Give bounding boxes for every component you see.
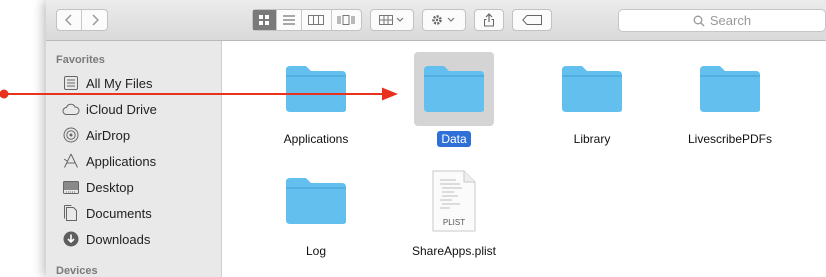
annotation-arrow — [0, 87, 398, 101]
arrow-head-icon — [382, 87, 398, 101]
